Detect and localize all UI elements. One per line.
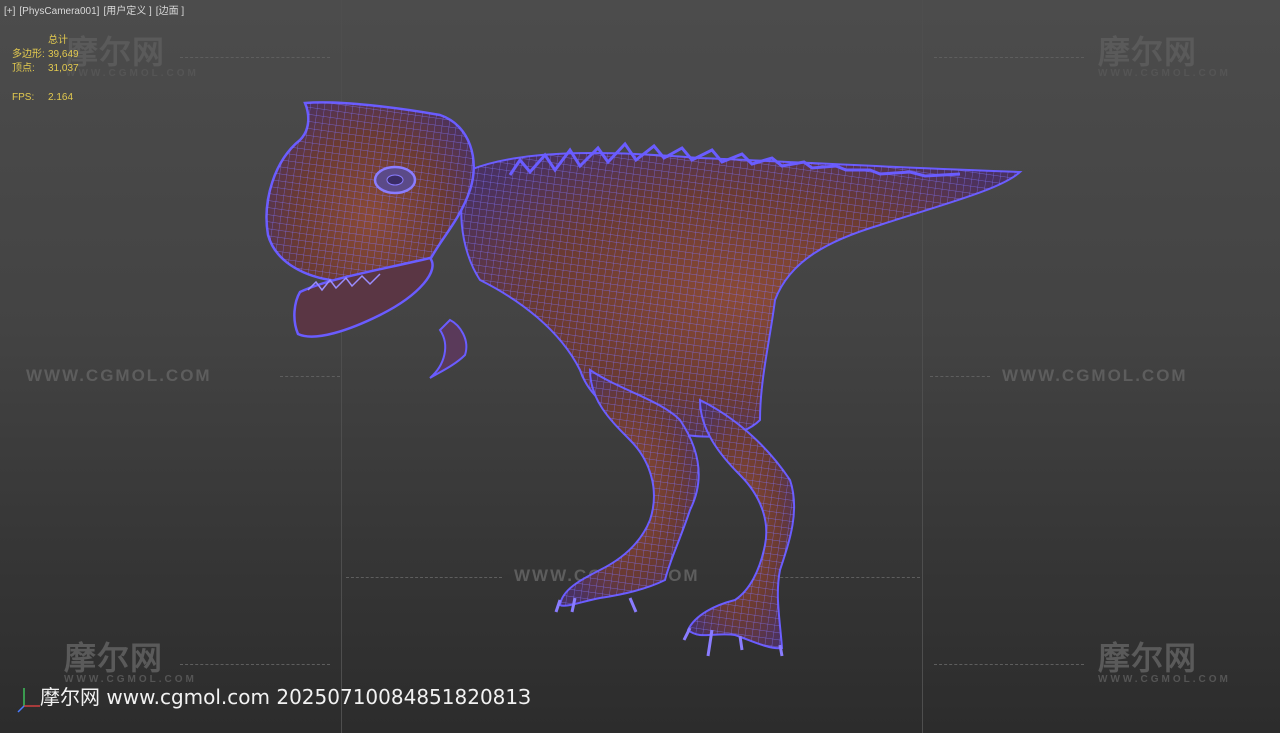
viewport-menu-plus[interactable]: [+] (4, 6, 15, 18)
dino-body-group (265, 101, 1023, 657)
dinosaur-wireframe-model[interactable] (0, 0, 1280, 733)
stats-polygons-label: 多边形: (12, 49, 45, 60)
3d-viewport[interactable]: 摩尔网 WWW.CGMOL.COM 摩尔网 WWW.CGMOL.COM 摩尔网 … (0, 0, 1280, 733)
viewport-label-bar[interactable]: [+] [PhysCamera001] [用户定义 ] [边面 ] (4, 6, 184, 18)
viewport-view-mode-label[interactable]: [用户定义 ] (103, 6, 151, 18)
stats-polygons-value: 39,649 (48, 49, 79, 60)
viewport-camera-label[interactable]: [PhysCamera001] (19, 6, 99, 18)
stats-total-label: 总计 (48, 35, 68, 46)
stats-vertices-value: 31,037 (48, 63, 79, 74)
footer-caption: 摩尔网 www.cgmol.com 2025071008485182081З (40, 685, 531, 709)
stats-fps-value: 2.164 (48, 92, 74, 103)
dino-arm (429, 318, 468, 379)
stats-fps-label: FPS: (12, 92, 35, 103)
stats-vertices-label: 顶点: (12, 63, 35, 74)
viewport-shading-label[interactable]: [边面 ] (156, 6, 184, 18)
